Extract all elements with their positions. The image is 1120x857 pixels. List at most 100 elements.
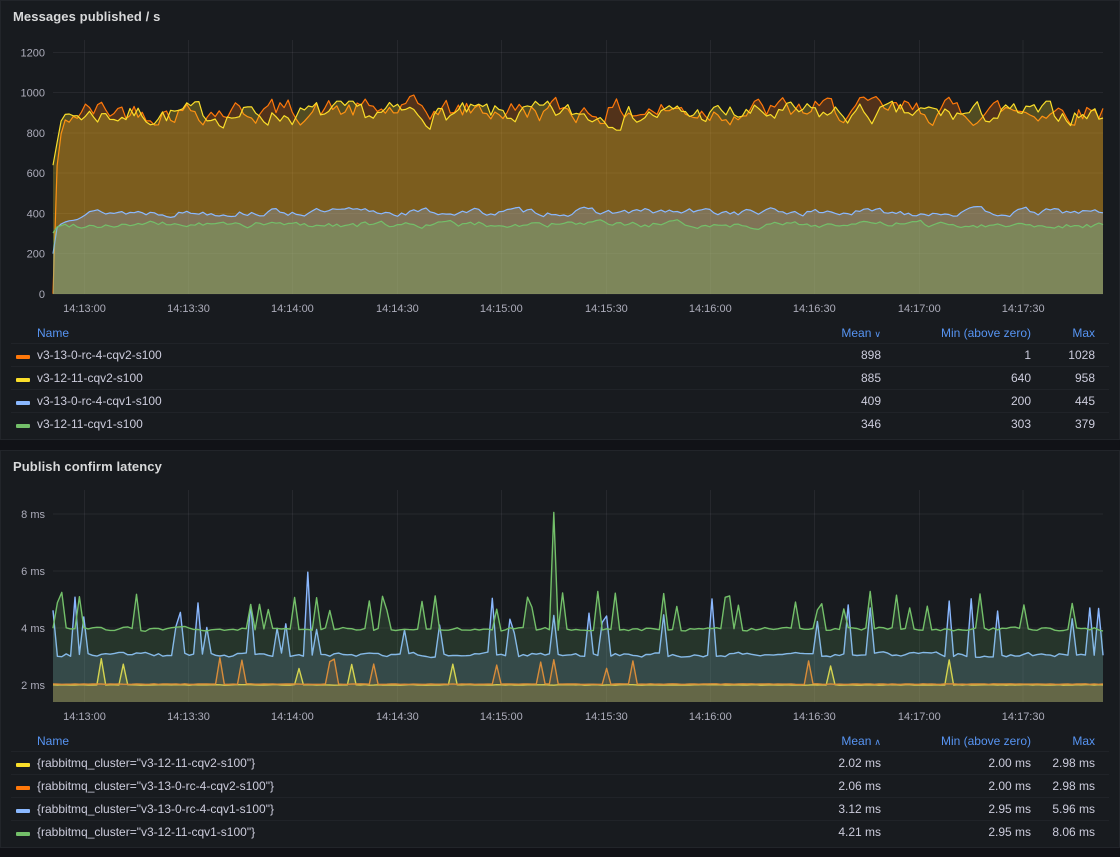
legend-header-name[interactable]: Name (37, 326, 731, 340)
y-axis-tick-label: 8 ms (21, 509, 45, 521)
legend-header-name[interactable]: Name (37, 734, 731, 748)
sort-ascending-icon: ∧ (874, 737, 881, 747)
legend-header-mean[interactable]: Mean∧ (731, 734, 881, 748)
series-mean-value: 885 (731, 371, 881, 385)
legend-header-max[interactable]: Max (1031, 734, 1095, 748)
legend-row[interactable]: {rabbitmq_cluster="v3-13-0-rc-4-cqv2-s10… (11, 774, 1109, 797)
panel-messages-published: Messages published / s 02004006008001000… (0, 0, 1120, 440)
series-color-swatch[interactable] (16, 832, 30, 836)
x-axis-tick-label: 14:17:30 (1002, 711, 1045, 723)
legend-row[interactable]: v3-13-0-rc-4-cqv2-s10089811028 (11, 343, 1109, 366)
series-min-value: 303 (881, 417, 1031, 431)
x-axis-tick-label: 14:14:30 (376, 303, 419, 315)
swatch-cell (11, 779, 37, 793)
series-min-value: 2.00 ms (881, 779, 1031, 793)
sort-descending-icon: ∨ (874, 329, 881, 339)
series-min-value: 640 (881, 371, 1031, 385)
series-color-swatch[interactable] (16, 786, 30, 790)
legend-header: Name Mean∨ Min (above zero) Max (11, 322, 1109, 343)
series-color-swatch[interactable] (16, 763, 30, 767)
series-min-value: 2.95 ms (881, 802, 1031, 816)
x-axis-tick-label: 14:16:00 (689, 303, 732, 315)
y-axis-tick-label: 4 ms (21, 623, 45, 635)
x-axis-tick-label: 14:15:00 (480, 303, 523, 315)
mean-label: Mean (841, 734, 871, 748)
legend-row[interactable]: {rabbitmq_cluster="v3-13-0-rc-4-cqv1-s10… (11, 797, 1109, 820)
series-mean-value: 409 (731, 394, 881, 408)
legend-row[interactable]: v3-12-11-cqv1-s100346303379 (11, 412, 1109, 435)
x-axis-tick-label: 14:14:00 (271, 711, 314, 723)
series-max-value: 8.06 ms (1031, 825, 1095, 839)
x-axis-tick-label: 14:13:30 (167, 303, 210, 315)
series-min-value: 200 (881, 394, 1031, 408)
messages-published-legend: Name Mean∨ Min (above zero) Max v3-13-0-… (11, 322, 1109, 435)
x-axis-tick-label: 14:13:00 (63, 303, 106, 315)
legend-row[interactable]: v3-13-0-rc-4-cqv1-s100409200445 (11, 389, 1109, 412)
legend-row[interactable]: {rabbitmq_cluster="v3-12-11-cqv2-s100"}2… (11, 751, 1109, 774)
series-name[interactable]: v3-12-11-cqv2-s100 (37, 371, 731, 385)
series-name[interactable]: {rabbitmq_cluster="v3-13-0-rc-4-cqv2-s10… (37, 779, 731, 793)
messages-published-chart[interactable]: 02004006008001000120014:13:0014:13:3014:… (11, 32, 1109, 320)
series-max-value: 2.98 ms (1031, 779, 1095, 793)
legend-header-min[interactable]: Min (above zero) (881, 734, 1031, 748)
y-axis-tick-label: 0 (39, 289, 45, 301)
series-max-value: 2.98 ms (1031, 756, 1095, 770)
series-color-swatch[interactable] (16, 401, 30, 405)
y-axis-tick-label: 200 (27, 249, 45, 261)
x-axis-tick-label: 14:13:00 (63, 711, 106, 723)
series-name[interactable]: {rabbitmq_cluster="v3-13-0-rc-4-cqv1-s10… (37, 802, 731, 816)
legend-header-min[interactable]: Min (above zero) (881, 326, 1031, 340)
legend-rows: {rabbitmq_cluster="v3-12-11-cqv2-s100"}2… (11, 751, 1109, 843)
legend-rows: v3-13-0-rc-4-cqv2-s10089811028v3-12-11-c… (11, 343, 1109, 435)
series-mean-value: 346 (731, 417, 881, 431)
panel-title-publish-confirm-latency[interactable]: Publish confirm latency (13, 459, 1109, 474)
series-color-swatch[interactable] (16, 355, 30, 359)
series-mean-value: 4.21 ms (731, 825, 881, 839)
x-axis-tick-label: 14:17:00 (898, 711, 941, 723)
series-max-value: 379 (1031, 417, 1095, 431)
swatch-cell (11, 348, 37, 362)
publish-confirm-latency-chart-svg[interactable]: 2 ms4 ms6 ms8 ms14:13:0014:13:3014:14:00… (11, 482, 1111, 728)
series-name[interactable]: v3-13-0-rc-4-cqv2-s100 (37, 348, 731, 362)
y-axis-tick-label: 1200 (21, 48, 45, 60)
x-axis-tick-label: 14:17:00 (898, 303, 941, 315)
series-color-swatch[interactable] (16, 378, 30, 382)
series-name[interactable]: {rabbitmq_cluster="v3-12-11-cqv2-s100"} (37, 756, 731, 770)
swatch-cell (11, 371, 37, 385)
panel-title-messages-published[interactable]: Messages published / s (13, 9, 1109, 24)
publish-confirm-latency-chart[interactable]: 2 ms4 ms6 ms8 ms14:13:0014:13:3014:14:00… (11, 482, 1109, 728)
series-line (53, 513, 1103, 632)
series-color-swatch[interactable] (16, 809, 30, 813)
series-max-value: 958 (1031, 371, 1095, 385)
series-mean-value: 3.12 ms (731, 802, 881, 816)
legend-header-max[interactable]: Max (1031, 326, 1095, 340)
swatch-cell (11, 756, 37, 770)
swatch-cell (11, 417, 37, 431)
x-axis-tick-label: 14:15:30 (585, 303, 628, 315)
y-axis-tick-label: 400 (27, 209, 45, 221)
x-axis-tick-label: 14:16:00 (689, 711, 732, 723)
y-axis-tick-label: 600 (27, 168, 45, 180)
legend-row[interactable]: {rabbitmq_cluster="v3-12-11-cqv1-s100"}4… (11, 820, 1109, 843)
messages-published-chart-svg[interactable]: 02004006008001000120014:13:0014:13:3014:… (11, 32, 1111, 320)
x-axis-tick-label: 14:14:30 (376, 711, 419, 723)
x-axis-tick-label: 14:17:30 (1002, 303, 1045, 315)
series-color-swatch[interactable] (16, 424, 30, 428)
series-name[interactable]: {rabbitmq_cluster="v3-12-11-cqv1-s100"} (37, 825, 731, 839)
legend-header-mean[interactable]: Mean∨ (731, 326, 881, 340)
series-min-value: 1 (881, 348, 1031, 362)
series-name[interactable]: v3-12-11-cqv1-s100 (37, 417, 731, 431)
x-axis-tick-label: 14:16:30 (793, 303, 836, 315)
series-area (53, 513, 1103, 703)
x-axis-tick-label: 14:16:30 (793, 711, 836, 723)
series-min-value: 2.00 ms (881, 756, 1031, 770)
x-axis-tick-label: 14:15:30 (585, 711, 628, 723)
series-max-value: 1028 (1031, 348, 1095, 362)
y-axis-tick-label: 800 (27, 128, 45, 140)
series-mean-value: 2.02 ms (731, 756, 881, 770)
series-name[interactable]: v3-13-0-rc-4-cqv1-s100 (37, 394, 731, 408)
series-max-value: 445 (1031, 394, 1095, 408)
legend-row[interactable]: v3-12-11-cqv2-s100885640958 (11, 366, 1109, 389)
grafana-dashboard: Messages published / s 02004006008001000… (0, 0, 1120, 857)
y-axis-tick-label: 2 ms (21, 680, 45, 692)
